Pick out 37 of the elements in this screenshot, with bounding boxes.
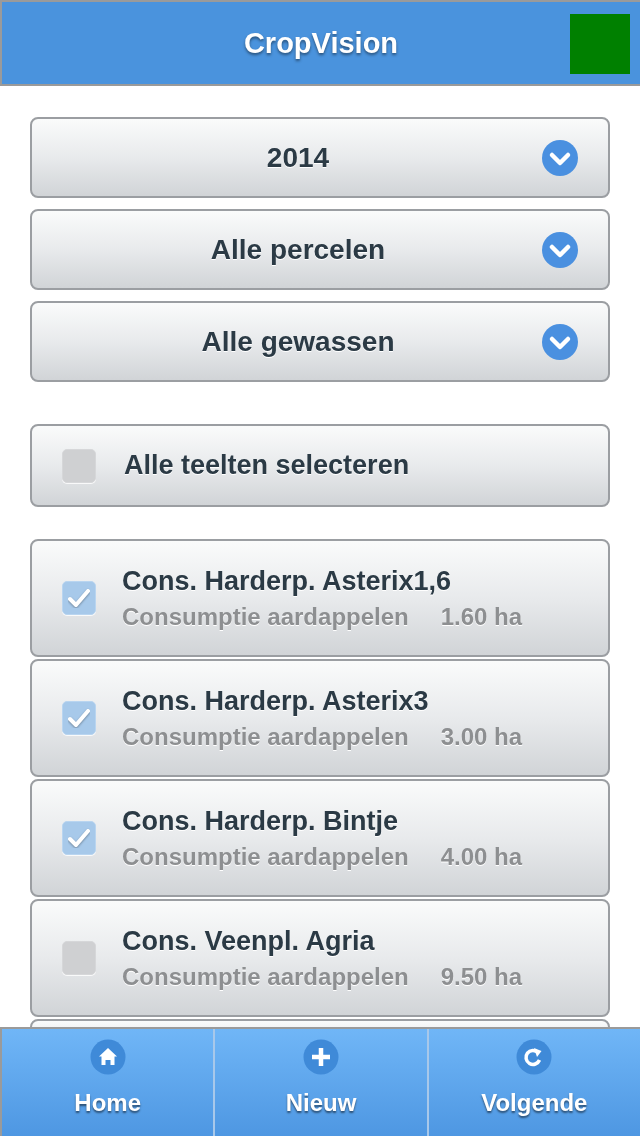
crop-type: Consumptie aardappelen [122, 722, 409, 751]
chevron-down-icon [542, 323, 578, 360]
plus-icon [303, 1039, 339, 1075]
checkbox[interactable] [62, 581, 96, 615]
crop-name: Cons. Harderp. Bintje [122, 805, 400, 837]
check-icon [68, 708, 90, 728]
check-icon [68, 828, 90, 848]
crop-name: Cons. Harderp. Asterix1,6 [122, 565, 453, 597]
check-icon [68, 588, 90, 608]
crop-area: 9.50 ha [440, 962, 523, 991]
chevron-down-icon [542, 139, 578, 176]
crop-area: 3.00 ha [440, 722, 523, 751]
checkbox[interactable] [62, 941, 96, 975]
checkbox[interactable] [62, 821, 96, 855]
dropdown-select[interactable]: Alle percelen [30, 209, 610, 290]
crop-list-item[interactable]: Cons. Veenpl. Agria Consumptie aardappelen 9.50 ha [30, 899, 610, 1017]
crop-list-item[interactable]: Cons. Harderp. Asterix3 Consumptie aardappelen 3.00 ha [30, 659, 610, 777]
square-icon [570, 14, 630, 74]
select-all-row[interactable]: Alle teelten selecteren [30, 424, 610, 507]
chevron-down-icon [542, 231, 578, 268]
crop-type: Consumptie aardappelen [122, 602, 409, 631]
crop-area: 1.60 ha [440, 602, 523, 631]
crop-type: Consumptie aardappelen [122, 842, 409, 871]
dropdown-select[interactable]: 2014 [30, 117, 610, 198]
crop-name: Cons. Harderp. Asterix3 [122, 685, 430, 717]
crop-list-item[interactable]: Cons. Harderp. Bintje Consumptie aardappelen 4.00 ha [30, 779, 610, 897]
select-all-label: Alle teelten selecteren [124, 450, 410, 481]
crop-area: 4.00 ha [440, 842, 523, 871]
checkbox[interactable] [62, 701, 96, 735]
dropdown-select[interactable]: Alle gewassen [30, 301, 610, 382]
crop-list-item[interactable]: Cons. Harderp. Asterix1,6 Consumptie aardappelen 1.60 ha [30, 539, 610, 657]
home-icon [89, 1039, 126, 1075]
crop-name: Cons. Veenpl. Agria [122, 925, 376, 957]
checkbox[interactable] [62, 448, 96, 483]
redo-icon [516, 1039, 553, 1075]
crop-type: Consumptie aardappelen [122, 962, 409, 991]
app-title: CropVision [243, 26, 399, 60]
